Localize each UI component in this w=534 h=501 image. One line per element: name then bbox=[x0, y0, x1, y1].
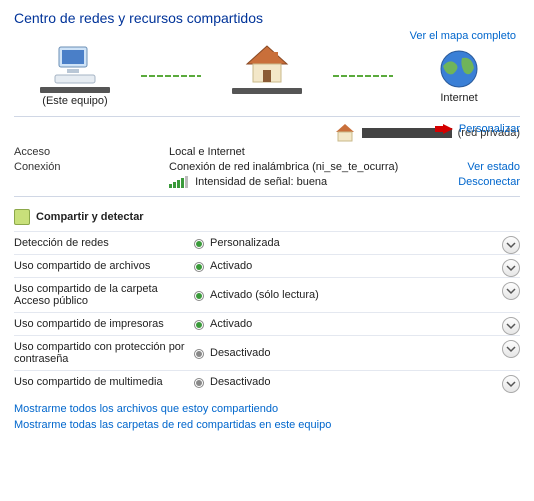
chevron-down-icon bbox=[506, 263, 516, 273]
share-label: Uso compartido de archivos bbox=[14, 260, 194, 272]
expand-button[interactable] bbox=[502, 259, 520, 277]
customize-link[interactable]: Personalizar bbox=[459, 123, 520, 135]
share-label: Uso compartido de la carpeta Acceso públ… bbox=[14, 283, 194, 307]
access-value: Local e Internet bbox=[169, 146, 520, 158]
connection-label: Conexión bbox=[14, 161, 169, 173]
map-gateway-label bbox=[207, 96, 327, 108]
share-value: Personalizada bbox=[210, 237, 280, 249]
house-icon bbox=[243, 44, 291, 86]
expand-button[interactable] bbox=[502, 375, 520, 393]
share-row: Uso compartido con protección por contra… bbox=[14, 335, 520, 370]
share-row: Detección de redes Personalizada bbox=[14, 231, 520, 254]
map-this-pc: (Este equipo) bbox=[15, 45, 135, 107]
share-value: Activado bbox=[210, 260, 252, 272]
share-header-icon bbox=[14, 209, 30, 225]
signal-icon bbox=[169, 176, 188, 188]
chevron-down-icon bbox=[506, 344, 516, 354]
expand-button[interactable] bbox=[502, 340, 520, 358]
radio-indicator-icon bbox=[194, 320, 204, 330]
chevron-down-icon bbox=[506, 240, 516, 250]
radio-indicator-icon bbox=[194, 239, 204, 249]
share-label: Detección de redes bbox=[14, 237, 194, 249]
view-status-link[interactable]: Ver estado bbox=[467, 161, 520, 173]
map-internet: Internet bbox=[399, 48, 519, 104]
radio-indicator-icon bbox=[194, 291, 204, 301]
show-shared-files-link[interactable]: Mostrarme todos los archivos que estoy c… bbox=[14, 403, 520, 415]
radio-indicator-icon bbox=[194, 378, 204, 388]
map-this-pc-label: (Este equipo) bbox=[15, 95, 135, 107]
share-value: Desactivado bbox=[210, 376, 271, 388]
expand-button[interactable] bbox=[502, 282, 520, 300]
share-value: Activado bbox=[210, 318, 252, 330]
chevron-down-icon bbox=[506, 286, 516, 296]
map-gateway bbox=[207, 44, 327, 108]
network-header-row: (red privada) Personalizar bbox=[14, 123, 520, 143]
chevron-down-icon bbox=[506, 379, 516, 389]
show-shared-folders-link[interactable]: Mostrarme todas las carpetas de red comp… bbox=[14, 419, 520, 431]
share-value: Activado (sólo lectura) bbox=[210, 289, 319, 301]
share-label: Uso compartido de impresoras bbox=[14, 318, 194, 330]
page-title: Centro de redes y recursos compartidos bbox=[14, 10, 520, 26]
share-header-label: Compartir y detectar bbox=[36, 211, 144, 223]
expand-button[interactable] bbox=[502, 236, 520, 254]
share-header: Compartir y detectar bbox=[14, 209, 520, 225]
expand-button[interactable] bbox=[502, 317, 520, 335]
access-label: Acceso bbox=[14, 146, 169, 158]
disconnect-link[interactable]: Desconectar bbox=[458, 176, 520, 188]
radio-indicator-icon bbox=[194, 349, 204, 359]
radio-indicator-icon bbox=[194, 262, 204, 272]
share-row: Uso compartido de impresoras Activado bbox=[14, 312, 520, 335]
arrow-icon bbox=[443, 124, 453, 134]
chevron-down-icon bbox=[506, 321, 516, 331]
map-internet-label: Internet bbox=[399, 92, 519, 104]
map-connector bbox=[141, 75, 201, 77]
map-connector bbox=[333, 75, 393, 77]
network-map: (Este equipo) Internet bbox=[14, 44, 520, 108]
home-icon bbox=[334, 123, 356, 143]
share-value: Desactivado bbox=[210, 347, 271, 359]
share-label: Uso compartido de multimedia bbox=[14, 376, 194, 388]
share-row: Uso compartido de la carpeta Acceso públ… bbox=[14, 277, 520, 312]
signal-label: Intensidad de señal: buena bbox=[195, 176, 327, 188]
view-full-map-link[interactable]: Ver el mapa completo bbox=[410, 30, 516, 42]
share-label: Uso compartido con protección por contra… bbox=[14, 341, 194, 365]
globe-icon bbox=[438, 48, 480, 90]
share-row: Uso compartido de multimedia Desactivado bbox=[14, 370, 520, 393]
computer-icon bbox=[53, 45, 97, 85]
share-row: Uso compartido de archivos Activado bbox=[14, 254, 520, 277]
